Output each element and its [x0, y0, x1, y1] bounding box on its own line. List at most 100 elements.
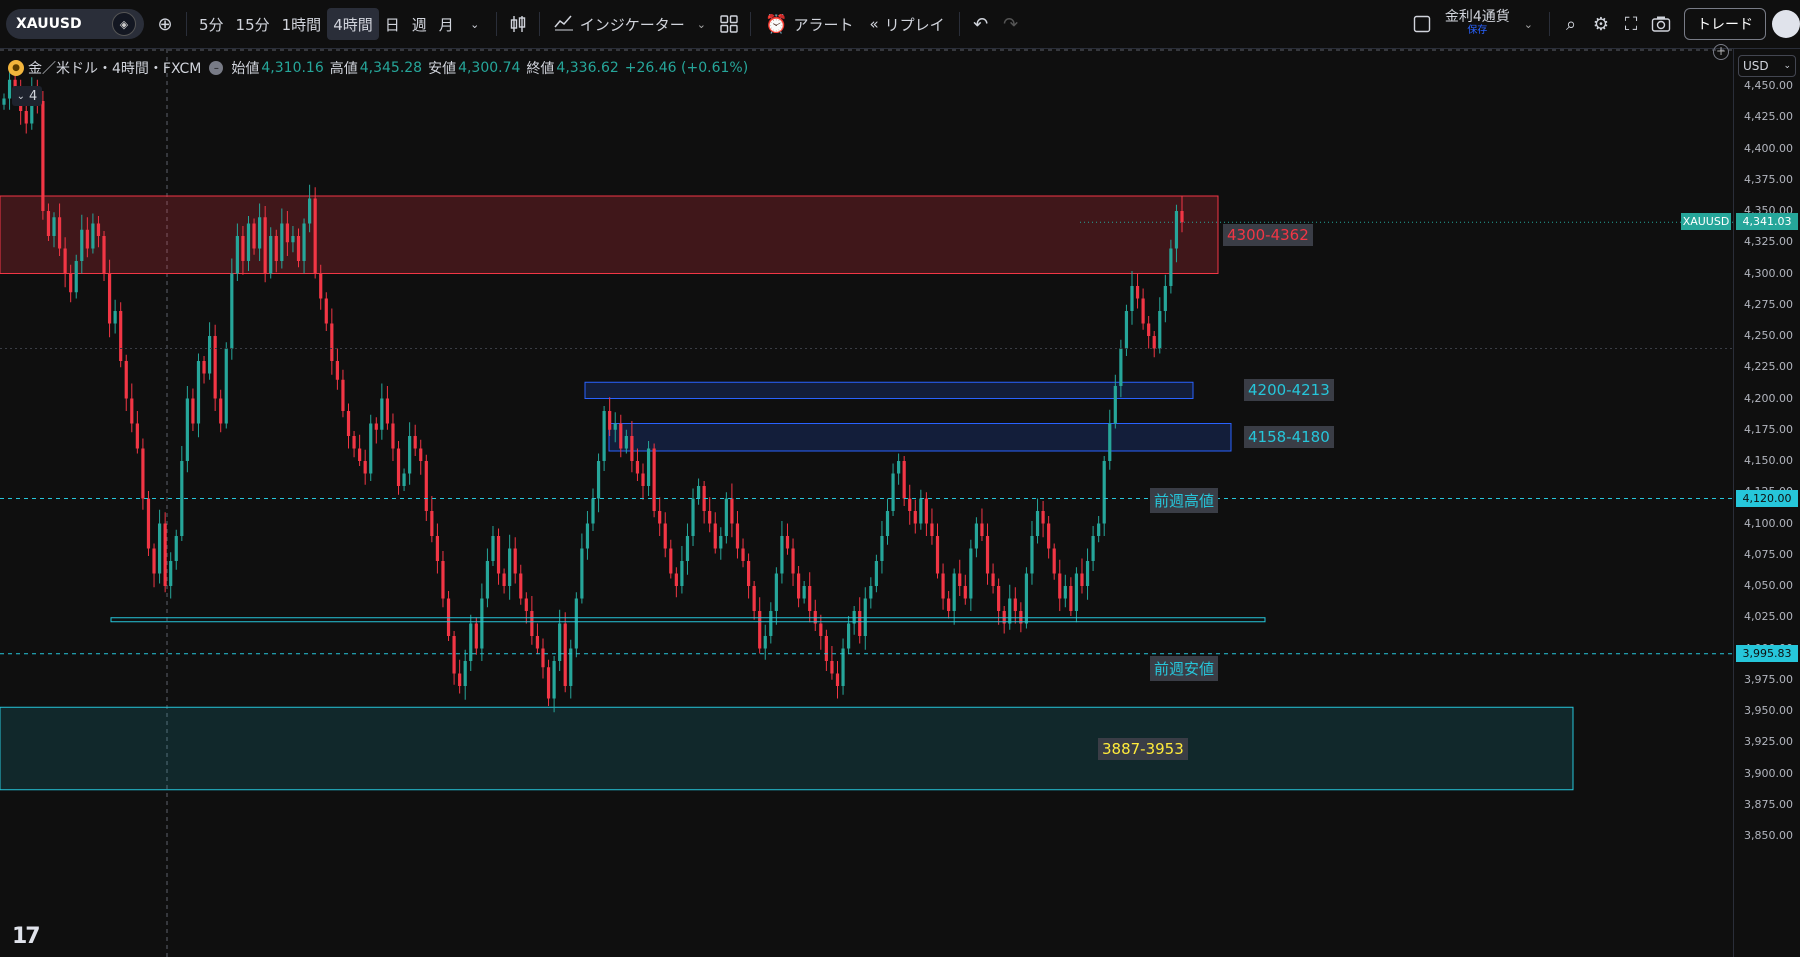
candle-body: [830, 661, 834, 674]
timeframe-1h[interactable]: 1時間: [276, 8, 328, 40]
candle: [385, 386, 390, 430]
candle-body: [1030, 536, 1034, 574]
candle-body: [485, 561, 490, 599]
candle: [1080, 558, 1084, 594]
candle-body: [930, 523, 934, 536]
timeframe-5m[interactable]: 5分: [193, 8, 230, 40]
candle: [169, 552, 173, 599]
layout-square-icon[interactable]: [1407, 9, 1437, 39]
candle-body: [496, 536, 501, 574]
candle-body: [724, 498, 728, 536]
candle-body: [363, 461, 367, 474]
candle: [963, 574, 967, 605]
candle-body: [535, 636, 540, 649]
quick-search-icon[interactable]: ⌕: [1556, 9, 1586, 39]
candle: [696, 478, 701, 505]
price-tick-label: 3,850.00: [1744, 829, 1793, 842]
candle-body: [80, 229, 84, 261]
candle-body: [591, 498, 595, 524]
candle-body: [1135, 286, 1140, 299]
price-axis[interactable]: USD ⌄ 4,450.00 4,425.00 4,400.00 4,375.00 4,…: [1733, 49, 1800, 957]
timeframe-4h[interactable]: 4時間: [327, 8, 379, 40]
candle: [1030, 521, 1034, 585]
candle: [974, 517, 979, 558]
symbol-menu-icon[interactable]: ◈: [112, 12, 136, 36]
chart-zones: [0, 195, 1574, 791]
candle-body: [246, 223, 251, 261]
candle-body: [319, 273, 323, 299]
price-chart[interactable]: [0, 49, 1733, 957]
candle: [1097, 516, 1101, 543]
timeframe-week[interactable]: 週: [406, 8, 433, 40]
redo-icon[interactable]: ↷: [996, 9, 1026, 39]
candle-body: [619, 423, 623, 449]
candle: [602, 406, 606, 471]
candle: [502, 568, 506, 594]
candle-style-icon[interactable]: [503, 9, 533, 39]
price-tick-label: 4,150.00: [1744, 454, 1793, 467]
close-value: 4,336.62: [556, 60, 619, 76]
candle: [741, 538, 745, 568]
visibility-icon[interactable]: –: [209, 61, 224, 75]
candle-body: [652, 448, 656, 511]
candle: [1130, 271, 1134, 325]
replay-button[interactable]: « リプレイ: [861, 14, 952, 35]
chart-legend: ● 金／米ドル・4時間・FXCM – 始値 4,310.16 高値 4,345.…: [8, 58, 748, 78]
currency-selector[interactable]: USD ⌄: [1738, 55, 1796, 77]
compare-add-icon[interactable]: ⊕: [150, 9, 180, 39]
candle: [263, 206, 267, 283]
gold-coin-icon: ●: [8, 60, 24, 76]
candle: [513, 537, 517, 584]
candle-body: [1085, 561, 1090, 586]
candle-body: [163, 523, 167, 586]
price-tick-label: 4,400.00: [1744, 141, 1793, 155]
undo-icon[interactable]: ↶: [966, 9, 996, 39]
camera-snapshot-icon[interactable]: [1646, 9, 1676, 39]
indicators-button[interactable]: インジケーター ⌄: [546, 13, 714, 35]
candle: [396, 441, 401, 495]
settings-gear-icon[interactable]: ⚙: [1586, 9, 1616, 39]
candle-body: [719, 536, 723, 549]
candle: [324, 292, 328, 331]
candle: [802, 581, 806, 604]
price-tick-label: 4,375.00: [1744, 172, 1793, 186]
fullscreen-icon[interactable]: ⛶: [1616, 9, 1646, 39]
candle: [41, 91, 45, 220]
timeframe-15m[interactable]: 15分: [230, 8, 276, 40]
change-value: +26.46 (+0.61%): [624, 60, 749, 76]
candle: [680, 546, 684, 594]
add-pane-icon[interactable]: +: [1713, 44, 1729, 60]
symbol-search[interactable]: XAUUSD ◈: [6, 9, 144, 39]
candle: [413, 424, 417, 456]
candle: [1085, 548, 1090, 600]
candle: [391, 413, 395, 461]
candle: [885, 498, 890, 545]
trade-button[interactable]: トレード: [1684, 8, 1766, 40]
timeframe-day[interactable]: 日: [379, 8, 406, 40]
candle-body: [230, 273, 234, 349]
candle: [180, 446, 184, 541]
candle-body: [708, 511, 712, 524]
timeframe-month[interactable]: 月: [433, 8, 460, 40]
candle: [658, 497, 662, 536]
candle-body: [508, 548, 512, 586]
candle-body: [713, 523, 717, 549]
indicator-collapse-toggle[interactable]: ⌄ 4: [12, 86, 42, 106]
templates-grid-icon[interactable]: [714, 9, 744, 39]
user-avatar[interactable]: [1772, 10, 1800, 38]
candle-body: [146, 498, 151, 549]
candle-body: [580, 548, 584, 599]
zone-label-4300-4362: 4300-4362: [1223, 223, 1313, 246]
zone-3887-3953: [0, 706, 1574, 791]
timeframe-dropdown-icon[interactable]: ⌄: [460, 9, 490, 39]
candle: [230, 258, 234, 360]
candle-body: [374, 423, 378, 430]
candle: [641, 463, 645, 500]
candle: [685, 523, 690, 575]
candle: [202, 356, 206, 384]
candle-body: [769, 611, 773, 636]
candle-body: [369, 423, 373, 474]
alert-button[interactable]: ⏰ アラート: [757, 14, 861, 35]
layout-selector[interactable]: 金利4通貨 保存: [1445, 10, 1510, 38]
layout-chevron-down-icon[interactable]: ⌄: [1524, 18, 1533, 31]
